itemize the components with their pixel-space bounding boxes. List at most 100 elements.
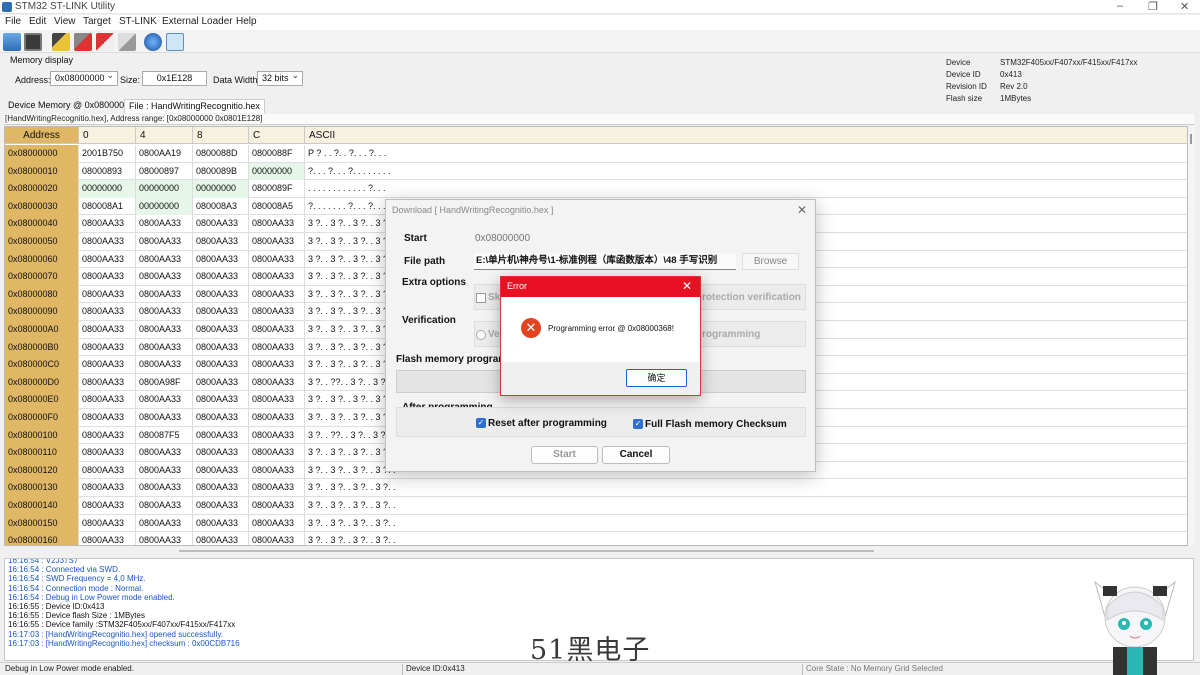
row-address-cell[interactable]: 0x080000A0 bbox=[5, 321, 79, 339]
row-data-cell[interactable]: 0800AA33 bbox=[136, 514, 193, 533]
row-data-cell[interactable]: 0800AA33 bbox=[193, 461, 249, 480]
row-address-cell[interactable]: 0x080000B0 bbox=[5, 338, 79, 357]
menu-stlink[interactable]: ST-LINK bbox=[119, 16, 157, 27]
row-data-cell[interactable]: 0800AA33 bbox=[136, 303, 193, 321]
row-data-cell[interactable]: 0800AA33 bbox=[79, 303, 136, 321]
row-data-cell[interactable]: 0800AA33 bbox=[249, 514, 305, 533]
row-data-cell[interactable]: 0800AA33 bbox=[79, 338, 136, 357]
horizontal-scroll-thumb[interactable] bbox=[179, 550, 874, 552]
row-data-cell[interactable]: 0800AA33 bbox=[249, 532, 305, 545]
horizontal-scrollbar[interactable] bbox=[4, 547, 1188, 555]
row-address-cell[interactable]: 0x08000040 bbox=[5, 215, 79, 233]
row-data-cell[interactable]: 0800AA33 bbox=[193, 285, 249, 304]
row-data-cell[interactable]: 0800AA33 bbox=[249, 338, 305, 357]
row-data-cell[interactable]: 0800AA33 bbox=[136, 285, 193, 304]
row-data-cell[interactable]: 0800AA33 bbox=[193, 426, 249, 445]
row-address-cell[interactable]: 0x08000120 bbox=[5, 461, 79, 480]
row-address-cell[interactable]: 0x08000050 bbox=[5, 233, 79, 251]
row-data-cell[interactable]: 0800AA33 bbox=[136, 497, 193, 515]
size-input[interactable]: 0x1E128 bbox=[142, 71, 207, 86]
row-address-cell[interactable]: 0x08000020 bbox=[5, 180, 79, 198]
row-data-cell[interactable]: 0800AA33 bbox=[79, 268, 136, 286]
menu-file[interactable]: File bbox=[5, 16, 21, 27]
row-data-cell[interactable]: 0800AA33 bbox=[79, 233, 136, 251]
row-data-cell[interactable]: 0800AA33 bbox=[79, 444, 136, 462]
row-data-cell[interactable]: 0800AA33 bbox=[79, 373, 136, 392]
row-ascii-cell[interactable]: 3 ?. . 3 ?. . 3 ?. . 3 ?. . bbox=[305, 515, 1187, 533]
row-data-cell[interactable]: 0800AA33 bbox=[79, 250, 136, 269]
swv-icon[interactable] bbox=[166, 33, 184, 51]
row-data-cell[interactable]: 0800AA33 bbox=[249, 426, 305, 445]
row-ascii-cell[interactable]: 3 ?. . 3 ?. . 3 ?. . 3 ?. . bbox=[305, 497, 1187, 515]
row-address-cell[interactable]: 0x080000D0 bbox=[5, 373, 79, 392]
row-data-cell[interactable]: 08000897 bbox=[136, 162, 193, 181]
row-data-cell[interactable]: 0800AA33 bbox=[193, 409, 249, 427]
row-address-cell[interactable]: 0x08000100 bbox=[5, 426, 79, 445]
connect-icon[interactable] bbox=[52, 33, 70, 51]
row-data-cell[interactable]: 0800AA33 bbox=[249, 444, 305, 462]
row-data-cell[interactable]: 0800AA33 bbox=[249, 461, 305, 480]
row-data-cell[interactable]: 0800089F bbox=[249, 180, 305, 198]
close-icon[interactable]: ✕ bbox=[1180, 0, 1189, 13]
row-data-cell[interactable]: 00000000 bbox=[136, 180, 193, 198]
row-address-cell[interactable]: 0x08000070 bbox=[5, 268, 79, 286]
row-data-cell[interactable]: 00000000 bbox=[79, 180, 136, 198]
row-data-cell[interactable]: 0800AA33 bbox=[249, 356, 305, 374]
row-data-cell[interactable]: 08000893 bbox=[79, 162, 136, 181]
row-data-cell[interactable]: 0800088D bbox=[193, 145, 249, 163]
row-data-cell[interactable]: 0800AA33 bbox=[249, 321, 305, 339]
row-data-cell[interactable]: 0800AA33 bbox=[193, 497, 249, 515]
row-data-cell[interactable]: 0800AA33 bbox=[193, 303, 249, 321]
row-data-cell[interactable]: 0800AA33 bbox=[249, 250, 305, 269]
row-data-cell[interactable]: 0800AA33 bbox=[79, 532, 136, 545]
row-data-cell[interactable]: 00000000 bbox=[193, 180, 249, 198]
row-data-cell[interactable]: 0800AA33 bbox=[136, 268, 193, 286]
row-address-cell[interactable]: 0x08000060 bbox=[5, 250, 79, 269]
row-data-cell[interactable]: 0800AA33 bbox=[79, 426, 136, 445]
row-data-cell[interactable]: 0800AA33 bbox=[193, 373, 249, 392]
row-data-cell[interactable]: 0800AA33 bbox=[136, 338, 193, 357]
row-data-cell[interactable]: 0800AA33 bbox=[136, 250, 193, 269]
row-data-cell[interactable]: 080087F5 bbox=[136, 426, 193, 445]
minimize-icon[interactable]: – bbox=[1117, 0, 1123, 12]
verify-while-radio[interactable] bbox=[476, 330, 486, 340]
row-data-cell[interactable]: 0800AA33 bbox=[136, 461, 193, 480]
row-data-cell[interactable]: 0800AA33 bbox=[193, 233, 249, 251]
row-data-cell[interactable]: 0800AA33 bbox=[79, 321, 136, 339]
row-data-cell[interactable]: 0800088F bbox=[249, 145, 305, 163]
row-data-cell[interactable]: 0800AA33 bbox=[136, 391, 193, 409]
row-data-cell[interactable]: 0800AA33 bbox=[79, 479, 136, 497]
row-data-cell[interactable]: 0800AA33 bbox=[249, 303, 305, 321]
row-data-cell[interactable]: 0800AA33 bbox=[193, 479, 249, 497]
row-data-cell[interactable]: 0800AA33 bbox=[79, 461, 136, 480]
row-address-cell[interactable]: 0x080000F0 bbox=[5, 409, 79, 427]
row-data-cell[interactable]: 0800AA33 bbox=[136, 444, 193, 462]
row-data-cell[interactable]: 0800A98F bbox=[136, 373, 193, 392]
row-data-cell[interactable]: 0800AA33 bbox=[79, 215, 136, 233]
table-row[interactable]: 0x08000140 0800AA33 0800AA33 0800AA33 0800AA… bbox=[5, 497, 1187, 515]
row-address-cell[interactable]: 0x08000030 bbox=[5, 197, 79, 216]
row-address-cell[interactable]: 0x08000000 bbox=[5, 145, 79, 163]
row-address-cell[interactable]: 0x08000130 bbox=[5, 479, 79, 497]
menu-target[interactable]: Target bbox=[83, 16, 111, 27]
cancel-button[interactable]: Cancel bbox=[602, 446, 670, 464]
row-data-cell[interactable]: 0800AA33 bbox=[136, 409, 193, 427]
row-data-cell[interactable]: 0800AA33 bbox=[193, 514, 249, 533]
row-data-cell[interactable]: 0800AA33 bbox=[193, 215, 249, 233]
download-close-icon[interactable]: ✕ bbox=[797, 203, 807, 217]
checksum-checkbox[interactable]: ✓ bbox=[633, 419, 643, 429]
program-icon[interactable] bbox=[118, 33, 136, 51]
row-data-cell[interactable]: 0800AA33 bbox=[79, 391, 136, 409]
row-data-cell[interactable]: 0800AA33 bbox=[193, 338, 249, 357]
table-row[interactable]: 0x08000130 0800AA33 0800AA33 0800AA33 0800AA… bbox=[5, 479, 1187, 497]
row-data-cell[interactable]: 0800AA33 bbox=[79, 514, 136, 533]
row-data-cell[interactable]: 0800AA19 bbox=[136, 145, 193, 163]
row-address-cell[interactable]: 0x08000080 bbox=[5, 285, 79, 304]
menu-edit[interactable]: Edit bbox=[29, 16, 46, 27]
row-data-cell[interactable]: 0800AA33 bbox=[249, 409, 305, 427]
row-data-cell[interactable]: 0800AA33 bbox=[193, 250, 249, 269]
row-data-cell[interactable]: 0800AA33 bbox=[193, 391, 249, 409]
row-data-cell[interactable]: 00000000 bbox=[249, 162, 305, 181]
row-ascii-cell[interactable]: P ? . . ?. . ?. . . ?. . . bbox=[305, 145, 1187, 163]
row-data-cell[interactable]: 0800AA33 bbox=[249, 391, 305, 409]
